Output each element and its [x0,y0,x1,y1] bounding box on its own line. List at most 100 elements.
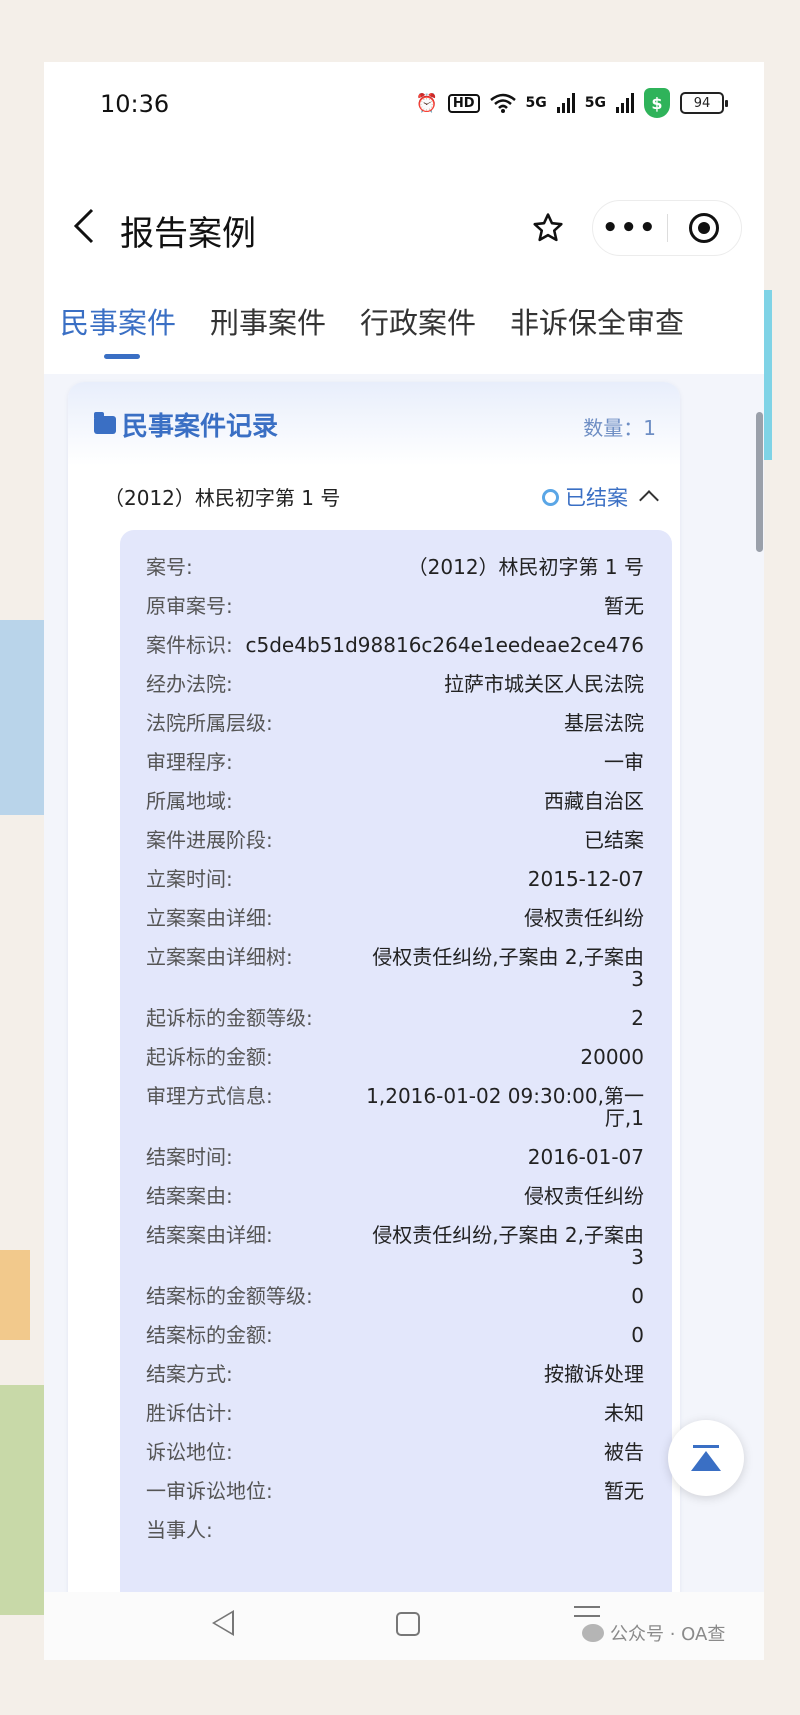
detail-label: 胜诉估计: [146,1401,233,1425]
detail-value: 2015-12-07 [527,867,644,891]
detail-row: 原审案号: 暂无 [146,595,644,617]
detail-label: 当事人: [146,1518,213,1542]
detail-row: 立案案由详细: 侵权责任纠纷 [146,907,644,929]
signal-5g-icon: 5G [525,95,547,111]
watermark: 公众号 · OA查 [582,1620,725,1646]
chevron-left-icon [73,208,94,244]
status-ring-icon [542,488,559,506]
chevron-up-icon[interactable] [639,490,659,510]
detail-value: 拉萨市城关区人民法院 [444,672,644,696]
detail-row: 立案案由详细树: 侵权责任纠纷,子案由 2,子案由 3 [146,946,644,990]
star-icon [533,213,563,242]
case-detail-panel: 案号: （2012）林民初字第 1 号原审案号: 暂无 案件标识: c5de4b51d9… [120,530,672,1660]
detail-row: 案件标识: c5de4b51d98816c264e1eedeae2ce476 [146,634,644,656]
detail-label: 法院所属层级: [146,711,273,735]
detail-label: 所属地域: [146,789,233,813]
signal-5g-icon: 5G [584,95,606,111]
detail-value: 一审 [604,750,644,774]
page-title: 报告案例 [120,214,256,254]
detail-value: 侵权责任纠纷,子案由 2,子案由 3 [372,1223,644,1269]
mini-program-capsule: ••• [592,200,742,256]
detail-label: 结案案由详细: [146,1223,273,1247]
card-header: 民事案件记录 数量：1 [68,382,680,466]
detail-row: 法院所属层级: 基层法院 [146,712,644,734]
nav-bar: 报告案例 ••• [44,192,764,262]
tab-criminal[interactable]: 刑事案件 [210,300,326,342]
security-shield-icon: $ [644,88,670,118]
case-item-header[interactable]: （2012）林民初字第 1 号 已结案 [104,482,659,522]
record-count: 数量：1 [583,416,656,440]
detail-value: 0 [631,1323,644,1347]
detail-label: 结案方式: [146,1362,233,1386]
case-record-card: 民事案件记录 数量：1 （2012）林民初字第 1 号 已结案 案号: （2012… [68,382,680,1660]
detail-value: 暂无 [604,594,644,618]
detail-value: c5de4b51d98816c264e1eedeae2ce476 [245,633,644,657]
card-title: 民事案件记录 [94,406,278,443]
scrollbar[interactable] [756,412,763,552]
detail-row: 立案时间: 2015-12-07 [146,868,644,890]
detail-value: 侵权责任纠纷 [524,1184,644,1208]
tab-non-litigation[interactable]: 非诉保全审查 [510,300,684,342]
phone-screen: 10:36 ⏰ HD 5G 5G $ 94 报告案例 ••• 民事案件 刑事案件… [44,62,764,1660]
status-time: 10:36 [100,90,170,118]
folder-icon [94,411,116,434]
detail-value: 未知 [604,1401,644,1425]
signal-bars-icon [616,93,634,113]
back-button[interactable] [64,206,104,246]
detail-label: 原审案号: [146,594,233,618]
detail-value: 西藏自治区 [544,789,644,813]
detail-label: 一审诉讼地位: [146,1479,273,1503]
alarm-icon: ⏰ [415,92,438,114]
close-miniprogram-button[interactable] [668,213,742,243]
wifi-icon [489,93,516,113]
watermark-text: 公众号 · OA查 [610,1624,726,1645]
hd-icon: HD [447,93,480,113]
detail-label: 结案时间: [146,1145,233,1169]
detail-label: 诉讼地位: [146,1440,233,1464]
detail-row: 案件进展阶段: 已结案 [146,829,644,851]
detail-row: 结案案由详细: 侵权责任纠纷,子案由 2,子案由 3 [146,1224,644,1268]
tab-civil[interactable]: 民事案件 [60,300,176,342]
arrow-up-icon [691,1451,721,1471]
scroll-top-icon [693,1445,719,1448]
detail-label: 立案案由详细树: [146,945,293,969]
detail-row: 结案标的金额: 0 [146,1324,644,1346]
detail-value: 20000 [580,1045,644,1069]
detail-label: 起诉标的金额: [146,1045,273,1069]
more-button[interactable]: ••• [593,213,667,243]
detail-label: 起诉标的金额等级: [146,1006,313,1030]
detail-row: 结案时间: 2016-01-07 [146,1146,644,1168]
detail-row: 结案标的金额等级: 0 [146,1285,644,1307]
detail-label: 案号: [146,555,193,579]
detail-label: 结案标的金额等级: [146,1284,313,1308]
detail-label: 案件标识: [146,633,233,657]
detail-value: 1,2016-01-02 09:30:00,第一厅,1 [366,1084,644,1130]
detail-row: 审理程序: 一审 [146,751,644,773]
detail-label: 结案标的金额: [146,1323,273,1347]
case-type-tabs: 民事案件 刑事案件 行政案件 非诉保全审查 [44,300,764,370]
detail-row: 经办法院: 拉萨市城关区人民法院 [146,673,644,695]
favorite-button[interactable] [520,200,576,256]
case-status-badge: 已结案 [542,482,659,512]
detail-value: 已结案 [584,828,644,852]
status-bar: 10:36 ⏰ HD 5G 5G $ 94 [44,62,764,142]
system-nav-bar: 公众号 · OA查 [44,1592,764,1660]
system-back-icon[interactable] [212,1610,234,1636]
detail-value: （2012）林民初字第 1 号 [407,555,644,579]
detail-row: 案号: （2012）林民初字第 1 号 [146,556,644,578]
detail-label: 立案时间: [146,867,233,891]
detail-value: 0 [631,1284,644,1308]
detail-value: 按撤诉处理 [544,1362,644,1386]
detail-value: 暂无 [604,1479,644,1503]
detail-value: 侵权责任纠纷 [524,906,644,930]
scroll-top-button[interactable] [668,1420,744,1496]
card-title-text: 民事案件记录 [122,412,279,442]
detail-value: 侵权责任纠纷,子案由 2,子案由 3 [372,945,644,991]
detail-value: 2 [631,1006,644,1030]
detail-row: 结案案由: 侵权责任纠纷 [146,1185,644,1207]
system-home-icon[interactable] [396,1612,420,1636]
status-icons: ⏰ HD 5G 5G $ 94 [415,88,728,118]
detail-row: 一审诉讼地位: 暂无 [146,1480,644,1502]
battery-icon: 94 [680,92,728,114]
tab-administrative[interactable]: 行政案件 [360,300,476,342]
